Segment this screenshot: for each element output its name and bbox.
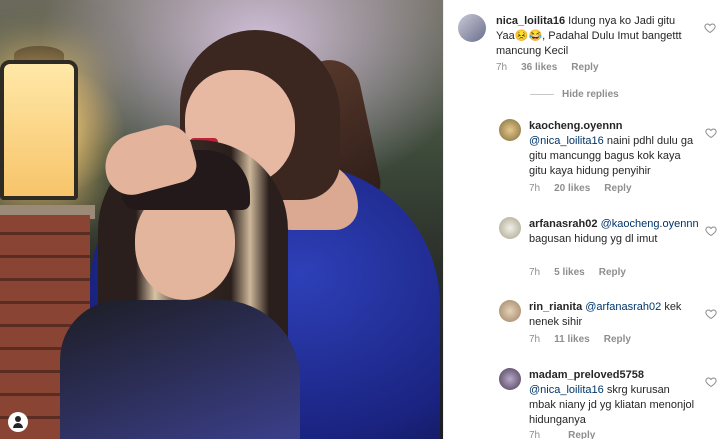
heart-outline-icon[interactable]: [705, 376, 717, 388]
avatar[interactable]: [499, 300, 521, 322]
comment-item: arfanasrah02 @kaocheng.oyennn bagusan hi…: [499, 217, 720, 282]
heart-outline-icon[interactable]: [705, 225, 717, 237]
reply-button[interactable]: Reply: [599, 267, 626, 278]
reply-button[interactable]: Reply: [604, 183, 631, 194]
reply-button[interactable]: Reply: [571, 62, 598, 73]
comment-likes[interactable]: 11 likes: [554, 334, 590, 345]
comment-username[interactable]: rin_rianita: [529, 301, 582, 313]
avatar[interactable]: [499, 368, 521, 390]
comment-item: nica_loilita16 Idung nya ko Jadi gitu Ya…: [458, 14, 720, 84]
heart-outline-icon[interactable]: [705, 308, 717, 320]
comment-item: madam_preloved5758 @nica_loilita16 skrg …: [499, 368, 720, 439]
avatar[interactable]: [458, 14, 486, 42]
comments-panel: nica_loilita16 Idung nya ko Jadi gitu Ya…: [443, 0, 720, 439]
comment-time[interactable]: 7h: [529, 183, 540, 194]
comment-username[interactable]: nica_loilita16: [496, 15, 565, 27]
street-lamp: [0, 60, 78, 200]
post-photo[interactable]: [0, 0, 443, 439]
comment-likes[interactable]: 20 likes: [554, 183, 590, 194]
comment-time[interactable]: 7h: [529, 267, 540, 278]
girl-jacket: [60, 300, 300, 439]
user-tag-icon[interactable]: [8, 412, 28, 432]
comment-mention[interactable]: @kaocheng.oyennn: [601, 218, 699, 230]
comment-likes[interactable]: 36 likes: [521, 62, 557, 73]
heart-outline-icon[interactable]: [705, 127, 717, 139]
comment-text: bagusan hidung yg dl imut: [529, 233, 658, 245]
avatar[interactable]: [499, 217, 521, 239]
comment-mention[interactable]: @nica_loilita16: [529, 135, 604, 147]
comment-item: rin_rianita @arfanasrah02 kek nenek sihi…: [499, 300, 720, 350]
comment-username[interactable]: arfanasrah02: [529, 218, 598, 230]
comment-time[interactable]: 7h: [529, 430, 540, 439]
hide-replies-button[interactable]: Hide replies: [530, 89, 619, 100]
reply-button[interactable]: Reply: [604, 334, 631, 345]
comment-username[interactable]: madam_preloved5758: [529, 369, 644, 381]
comment-mention[interactable]: @arfanasrah02: [585, 301, 661, 313]
comment-username[interactable]: kaocheng.oyennn: [529, 120, 623, 132]
comment-time[interactable]: 7h: [529, 334, 540, 345]
comment-mention[interactable]: @nica_loilita16: [529, 384, 604, 396]
heart-outline-icon[interactable]: [704, 22, 716, 34]
comment-item: kaocheng.oyennn @nica_loilita16 naini pd…: [499, 119, 720, 199]
comment-likes[interactable]: 5 likes: [554, 267, 585, 278]
reply-button[interactable]: Reply: [568, 430, 595, 439]
comment-time[interactable]: 7h: [496, 62, 507, 73]
avatar[interactable]: [499, 119, 521, 141]
